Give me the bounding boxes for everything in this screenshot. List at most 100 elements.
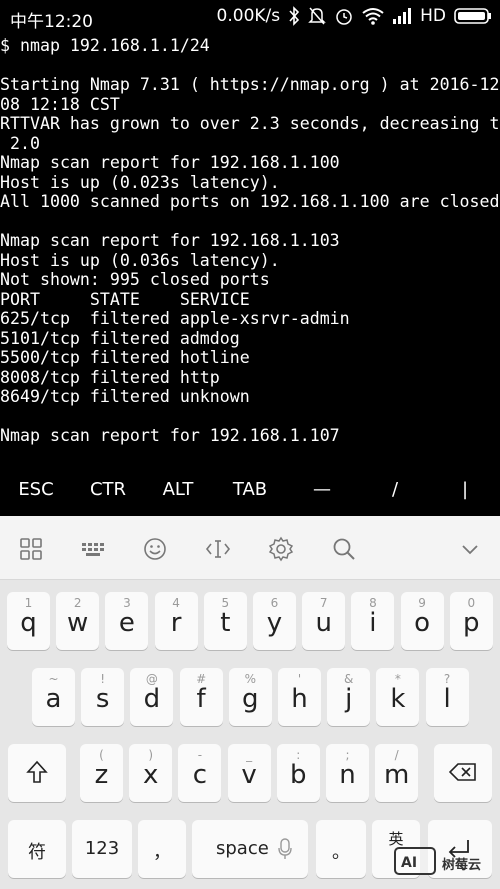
extra-keys-row: ESC CTR ALT TAB — / |	[0, 466, 500, 516]
key-letter: g	[242, 684, 259, 714]
pipe-key[interactable]: |	[455, 479, 475, 500]
key-letter: f	[196, 684, 206, 714]
key-b[interactable]: :b	[276, 744, 320, 802]
key-letter: j	[345, 684, 353, 714]
keyboard-layout-icon[interactable]	[80, 536, 106, 562]
terminal-line: PORT STATE SERVICE	[0, 289, 250, 309]
key-h[interactable]: ' h	[278, 668, 321, 726]
emoji-icon[interactable]	[142, 536, 168, 562]
alarm-icon	[334, 6, 354, 26]
key-y[interactable]: 6y	[253, 592, 296, 650]
terminal-line: Host is up (0.036s latency).	[0, 250, 280, 270]
backspace-icon	[448, 762, 477, 786]
terminal-line: Host is up (0.023s latency).	[0, 172, 280, 192]
key-letter: a	[45, 684, 62, 714]
backspace-key[interactable]	[434, 744, 492, 802]
network-speed: 0.00K/s	[216, 6, 281, 26]
key-letter: d	[143, 684, 161, 714]
key-a[interactable]: ~ a	[32, 668, 75, 726]
key-c[interactable]: -c	[178, 744, 222, 802]
symbols-key-label: 符	[28, 842, 46, 863]
terminal-line: 5500/tcp filtered hotline	[0, 348, 250, 367]
watermark-logo-icon: AI	[394, 846, 438, 880]
terminal-line: $ nmap 192.168.1.1/24	[0, 36, 210, 55]
terminal-output[interactable]: $ nmap 192.168.1.1/24 Starting Nmap 7.31 …	[0, 36, 500, 466]
terminal-line: All 1000 scanned ports on 192.168.1.100 …	[0, 192, 500, 211]
alt-key[interactable]: ALT	[160, 479, 196, 500]
key-x[interactable]: ) x	[129, 744, 173, 802]
terminal-line: Nmap scan report for 192.168.1.103	[0, 231, 340, 250]
numbers-key-label: 123	[84, 838, 120, 859]
status-bar: 中午12:20 0.00K/s HD	[0, 0, 500, 36]
symbols-key[interactable]: 符	[8, 820, 66, 878]
key-letter: o	[414, 608, 431, 638]
hd-label: HD	[420, 6, 446, 26]
collapse-chevron-icon[interactable]	[457, 536, 483, 562]
terminal-line: Starting Nmap 7.31 ( https://nmap.org ) …	[0, 75, 500, 94]
settings-gear-icon[interactable]	[268, 536, 294, 562]
key-o[interactable]: 9o	[400, 592, 444, 650]
soft-keyboard: 1 q 2 w 3 e 4 r 5 t 6 y 7 u 8 i 9 o 0 p ~ a! s @ d # f% g ' h & j * k? l (z…	[0, 516, 500, 889]
key-letter: h	[291, 684, 308, 714]
ctrl-key[interactable]: CTR	[88, 479, 128, 500]
slash-key[interactable]: /	[385, 479, 405, 500]
key-p[interactable]: 0p	[449, 592, 493, 650]
period-key[interactable]: 。	[316, 820, 366, 878]
key-letter: y	[266, 608, 283, 638]
key-u[interactable]: 7u	[302, 592, 346, 650]
terminal-line: Nmap scan report for 192.168.1.100	[0, 153, 340, 172]
key-letter: l	[443, 684, 451, 714]
key-letter: r	[170, 608, 182, 638]
terminal-line: Nmap scan report for 192.168.1.107	[0, 426, 340, 445]
terminal-line: 08 12:18 CST	[0, 94, 120, 114]
key-v[interactable]: _ v	[227, 744, 271, 802]
dash-key[interactable]: —	[310, 479, 334, 500]
key-s[interactable]: ! s	[81, 668, 125, 726]
keyboard-toolbar	[0, 516, 500, 580]
key-letter: k	[390, 684, 406, 714]
key-g[interactable]: % g	[228, 668, 272, 726]
watermark: AI 树莓云	[394, 845, 494, 881]
terminal-line: RTTVAR has grown to over 2.3 seconds, de…	[0, 114, 500, 133]
comma-key[interactable]: ，	[138, 820, 186, 878]
shift-key[interactable]	[8, 744, 66, 802]
wifi-icon	[362, 7, 384, 25]
key-l[interactable]: ? l	[425, 668, 469, 726]
key-letter: e	[118, 608, 135, 638]
key-n[interactable]: ; n	[326, 744, 369, 802]
bluetooth-icon	[288, 6, 300, 26]
space-key-label: space	[216, 838, 269, 859]
key-letter: t	[220, 608, 231, 638]
key-letter: v	[241, 760, 257, 790]
tab-key[interactable]: TAB	[230, 479, 270, 500]
key-letter: n	[339, 760, 356, 790]
cursor-move-icon[interactable]	[205, 536, 231, 562]
key-e[interactable]: 3e	[105, 592, 149, 650]
key-letter: s	[95, 684, 110, 714]
key-j[interactable]: & j	[327, 668, 371, 726]
space-key[interactable]: space	[192, 820, 308, 878]
numbers-key[interactable]: 123	[72, 820, 132, 878]
key-w[interactable]: 2w	[56, 592, 100, 650]
status-icons: 0.00K/s HD	[217, 6, 492, 26]
key-d[interactable]: @ d	[130, 668, 174, 726]
key-z[interactable]: (z	[80, 744, 123, 802]
key-i[interactable]: 8i	[351, 592, 395, 650]
key-q[interactable]: 1q	[7, 592, 50, 650]
grid-menu-icon[interactable]	[18, 536, 44, 562]
key-m[interactable]: / m	[375, 744, 419, 802]
terminal-line: 625/tcp filtered apple-xsrvr-admin	[0, 309, 350, 328]
watermark-text: 树莓云	[442, 857, 482, 873]
key-f[interactable]: # f	[179, 668, 223, 726]
key-k[interactable]: * k	[376, 668, 420, 726]
terminal-line: 8649/tcp filtered unknown	[0, 387, 250, 406]
search-icon[interactable]	[331, 536, 357, 562]
key-letter: z	[94, 760, 109, 790]
key-r[interactable]: 4r	[154, 592, 198, 650]
key-t[interactable]: 5t	[203, 592, 247, 650]
esc-key[interactable]: ESC	[18, 479, 54, 500]
comma-key-label: ，	[153, 842, 171, 863]
key-letter: q	[20, 608, 37, 638]
key-letter: i	[369, 608, 377, 638]
